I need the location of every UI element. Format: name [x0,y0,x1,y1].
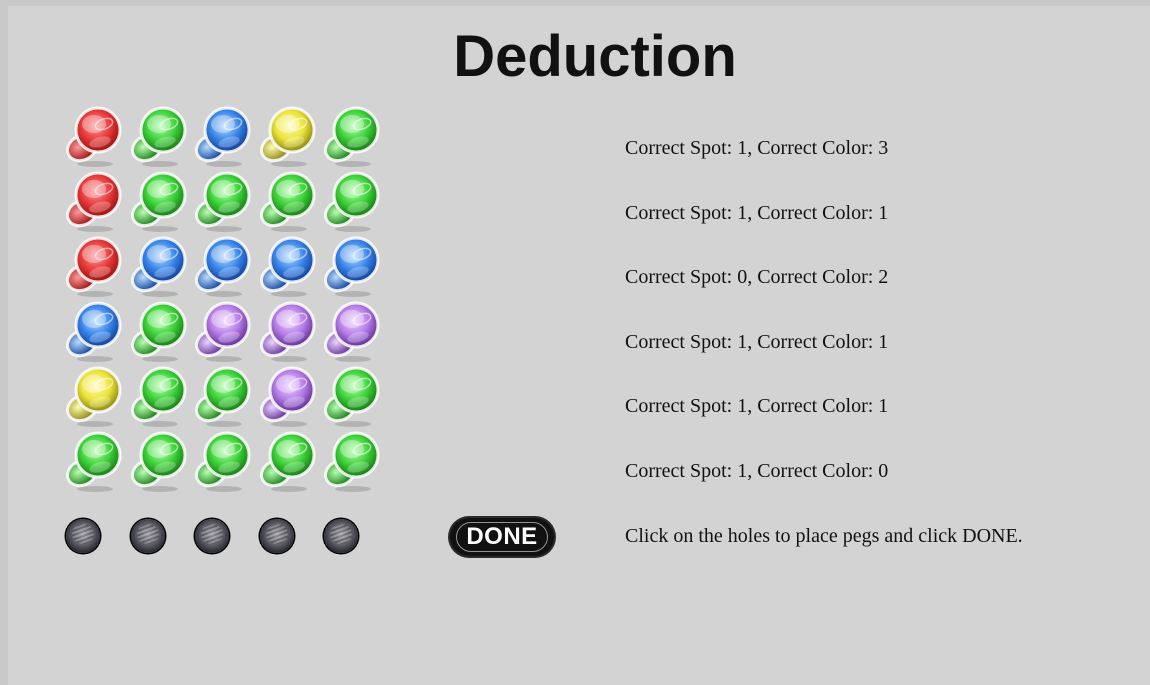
yellow-peg-icon [62,362,127,427]
blue-peg-icon [191,232,256,297]
purple-peg-icon [256,297,321,362]
game-panel: Deduction Correct Spot: 1, Correct Color… [8,6,1150,685]
purple-peg-icon [191,297,256,362]
page-title: Deduction [453,24,737,89]
green-peg-icon [256,167,321,232]
blue-peg-icon [191,102,256,167]
empty-hole-icon[interactable] [259,519,294,553]
feedback-line: Correct Spot: 0, Correct Color: 2 [625,266,889,288]
feedback-line: Correct Spot: 1, Correct Color: 1 [625,201,889,224]
feedback-line: Correct Spot: 1, Correct Color: 0 [625,459,889,482]
blue-peg-icon [62,297,127,362]
green-peg-icon [127,362,192,427]
empty-hole-icon[interactable] [66,519,100,553]
blue-peg-icon [127,232,192,297]
guess-row [62,297,385,362]
empty-hole-icon[interactable] [324,519,358,553]
green-peg-icon [127,102,192,167]
peg-hole[interactable] [323,518,388,554]
green-peg-icon [127,167,192,232]
peg-hole[interactable] [194,518,259,554]
green-peg-icon [127,297,192,362]
green-peg-icon [127,427,192,492]
feedback-line: Correct Spot: 1, Correct Color: 3 [625,137,889,159]
green-peg-icon [320,102,385,167]
empty-hole-icon[interactable] [195,519,229,553]
guess-board [62,102,385,492]
peg-hole[interactable] [130,518,195,554]
green-peg-icon [191,427,256,492]
green-peg-icon [320,427,385,492]
guess-row [62,167,385,232]
done-button[interactable]: DONE [450,518,554,556]
instructions-text: Click on the holes to place pegs and cli… [625,525,1023,547]
green-peg-icon [320,167,385,232]
feedback-line: Correct Spot: 1, Correct Color: 1 [625,330,889,353]
guess-row [62,362,385,427]
green-peg-icon [256,427,321,492]
blue-peg-icon [256,232,321,297]
green-peg-icon [191,167,256,232]
purple-peg-icon [320,297,385,362]
peg-hole[interactable] [65,518,130,554]
done-button-label: DONE [466,523,538,550]
yellow-peg-icon [256,102,321,167]
empty-hole-icon[interactable] [130,519,165,553]
purple-peg-icon [256,362,321,427]
blue-peg-icon [320,232,385,297]
feedback-line: Correct Spot: 1, Correct Color: 1 [625,395,889,417]
red-peg-icon [62,167,127,232]
green-peg-icon [320,362,385,427]
red-peg-icon [62,232,127,297]
feedback-list: Correct Spot: 1, Correct Color: 3 Correct… [625,130,888,517]
guess-row [62,102,385,167]
current-guess-holes [65,518,388,554]
peg-hole[interactable] [259,518,324,554]
guess-row [62,232,385,297]
green-peg-icon [62,427,127,492]
guess-row [62,427,385,492]
red-peg-icon [62,102,127,167]
green-peg-icon [191,362,256,427]
